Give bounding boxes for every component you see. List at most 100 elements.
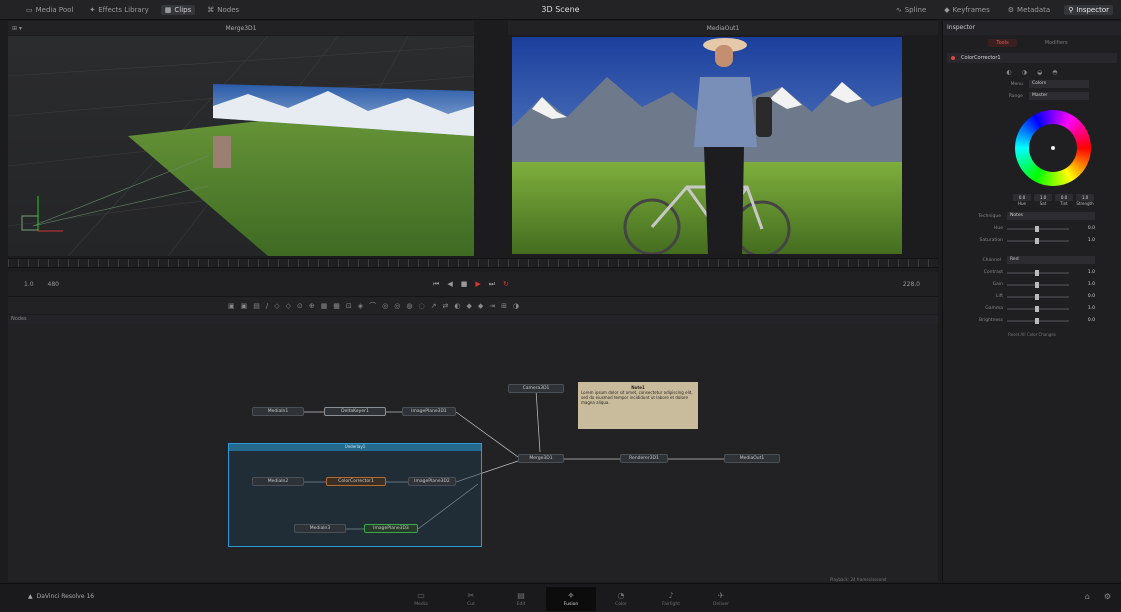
channel-select[interactable]: Red: [1007, 256, 1095, 264]
metadata-button[interactable]: ⚙ Metadata: [1004, 5, 1054, 15]
node-mediain1[interactable]: MediaIn1: [252, 407, 304, 416]
nodes-panel-header: Nodes: [8, 315, 938, 324]
nodes-icon: ⌘: [207, 5, 215, 14]
slider-knob[interactable]: [1035, 225, 1039, 232]
end-frame[interactable]: 228.0: [903, 281, 920, 288]
inspector-button[interactable]: ⚲ Inspector: [1064, 4, 1113, 15]
play-icon[interactable]: ▶: [475, 280, 480, 289]
mask-icon[interactable]: ◓: [1052, 69, 1057, 76]
node-renderer3d1[interactable]: Renderer3D1: [620, 454, 668, 463]
nodes-button[interactable]: ⌘ Nodes: [203, 5, 243, 15]
node-merge3d1[interactable]: Merge3D1: [518, 454, 564, 463]
render-range[interactable]: 480: [48, 281, 59, 288]
value-column-3: 1.0 Strength: [1076, 194, 1094, 206]
resolve-logo-icon: ▲: [28, 593, 33, 600]
keyframes-button[interactable]: ◆ Keyframes: [940, 5, 994, 15]
slider-track[interactable]: [1007, 317, 1069, 324]
go-to-end-icon[interactable]: ⏭: [489, 280, 495, 289]
clips-button[interactable]: ▦ Clips: [160, 4, 196, 15]
value-input[interactable]: 0.0: [1013, 194, 1031, 201]
value-input[interactable]: 1.0: [1034, 194, 1052, 201]
right-viewer-name: MediaOut1: [706, 24, 740, 32]
underlay-label: Underlay1: [229, 444, 481, 451]
node-mediain2[interactable]: MediaIn2: [252, 477, 304, 486]
face: [715, 45, 733, 67]
settings-icon[interactable]: ⚙: [1104, 592, 1111, 601]
node-camera3d1[interactable]: Camera3D1: [508, 384, 564, 393]
slider-knob[interactable]: [1035, 305, 1039, 312]
fusion-page-icon: ✧: [567, 591, 575, 600]
slider-track[interactable]: [1007, 281, 1069, 288]
loop-icon[interactable]: ↻: [503, 280, 509, 289]
node-editor[interactable]: Underlay1 Camera3D1 MediaIn1 DeltaKeyer1…: [8, 324, 938, 582]
slider-knob[interactable]: [1035, 317, 1039, 324]
value-input[interactable]: 1.0: [1076, 194, 1094, 201]
slider-knob[interactable]: [1035, 281, 1039, 288]
left-3d-viewer[interactable]: [8, 36, 474, 256]
node-mediain3[interactable]: MediaIn3: [294, 524, 346, 533]
go-to-start-icon[interactable]: ⏮: [433, 280, 439, 289]
page-cut[interactable]: ✂ Cut: [446, 587, 496, 611]
media-pool-button[interactable]: ▭ Media Pool: [22, 5, 77, 15]
page-color[interactable]: ◔ Color: [596, 587, 646, 611]
slider-knob[interactable]: [1035, 237, 1039, 244]
node-deltakeyer1[interactable]: DeltaKeyer1: [324, 407, 386, 416]
underlay-group[interactable]: Underlay1: [228, 443, 482, 547]
brightness-slider[interactable]: Brightness 0.0: [943, 317, 1121, 324]
inspector-title: Inspector: [943, 21, 1121, 35]
page-deliver[interactable]: ✈ Deliver: [696, 587, 746, 611]
3d-scene-graphic: [8, 36, 474, 256]
stop-icon[interactable]: ■: [461, 280, 468, 289]
spline-button[interactable]: ∿ Spline: [892, 5, 930, 15]
gamma-slider[interactable]: Gamma 1.0: [943, 305, 1121, 312]
gain-slider[interactable]: Gain 1.0: [943, 281, 1121, 288]
slider-knob[interactable]: [1035, 293, 1039, 300]
page-fairlight[interactable]: ♪ Fairlight: [646, 587, 696, 611]
page-edit[interactable]: ▤ Edit: [496, 587, 546, 611]
range-field: Range Master: [943, 92, 1121, 100]
slider-track[interactable]: [1007, 225, 1069, 232]
node-imageplane3d1[interactable]: ImagePlane3D1: [402, 407, 456, 416]
tool-icons[interactable]: ▣▣▤/◇◇⊙⊕▦▦⊡◈⌒◎◎◍◌↗⇄◐◆◆⇥⊞◑: [228, 301, 525, 311]
timeline-ruler[interactable]: [8, 258, 938, 268]
range-select[interactable]: Master: [1029, 92, 1089, 100]
right-output-viewer[interactable]: [512, 37, 902, 254]
slider-track[interactable]: [1007, 293, 1069, 300]
start-frame[interactable]: 1.0: [24, 281, 34, 288]
saturation-slider[interactable]: Saturation 1.0: [943, 237, 1121, 244]
correction-icon[interactable]: ◐: [1007, 69, 1012, 76]
menu-select[interactable]: Colors: [1029, 80, 1089, 88]
hue-slider[interactable]: Hue 0.0: [943, 225, 1121, 232]
cut-page-icon: ✂: [467, 591, 475, 600]
ranges-icon[interactable]: ◑: [1022, 69, 1027, 76]
tab-tools[interactable]: Tools: [988, 39, 1017, 47]
color-wheel-handle[interactable]: [1051, 146, 1055, 150]
page-media[interactable]: ▭ Media: [396, 587, 446, 611]
step-back-icon[interactable]: ◀: [447, 280, 452, 289]
node-imageplane3d3[interactable]: ImagePlane3D3: [364, 524, 418, 533]
reset-color-button[interactable]: Reset All Color Changes: [943, 332, 1121, 337]
effects-library-button[interactable]: ✦ Effects Library: [85, 5, 152, 15]
clips-icon: ▦: [164, 5, 172, 14]
bottom-right-icons: ⌂ ⚙: [1085, 592, 1111, 601]
title-bar: ▭ Media Pool ✦ Effects Library ▦ Clips ⌘ Nod…: [0, 0, 1121, 20]
hue-sat-values: 0.0 Hue 1.0 Sat 0.0 Tint 1.0 Strength: [1013, 194, 1121, 206]
lift-slider[interactable]: Lift 0.0: [943, 293, 1121, 300]
value-input[interactable]: 0.0: [1055, 194, 1073, 201]
node-mediaout1[interactable]: MediaOut1: [724, 454, 780, 463]
color-wheel[interactable]: [1015, 110, 1091, 186]
contrast-slider[interactable]: Contrast 1.0: [943, 269, 1121, 276]
page-fusion[interactable]: ✧ Fusion: [546, 587, 596, 611]
slider-track[interactable]: [1007, 269, 1069, 276]
sticky-note[interactable]: Note1 Lorem ipsum dolor sit amet, consec…: [578, 382, 698, 429]
slider-knob[interactable]: [1035, 269, 1039, 276]
node-colorcorrector1[interactable]: ColorCorrector1: [326, 477, 386, 486]
tab-modifiers[interactable]: Modifiers: [1037, 39, 1076, 47]
technique-select[interactable]: Notes: [1007, 212, 1095, 220]
slider-track[interactable]: [1007, 237, 1069, 244]
home-icon[interactable]: ⌂: [1085, 592, 1090, 601]
slider-track[interactable]: [1007, 305, 1069, 312]
options-icon[interactable]: ◒: [1037, 69, 1042, 76]
tool-header[interactable]: ColorCorrector1: [947, 53, 1117, 63]
node-imageplane3d2[interactable]: ImagePlane3D2: [408, 477, 456, 486]
